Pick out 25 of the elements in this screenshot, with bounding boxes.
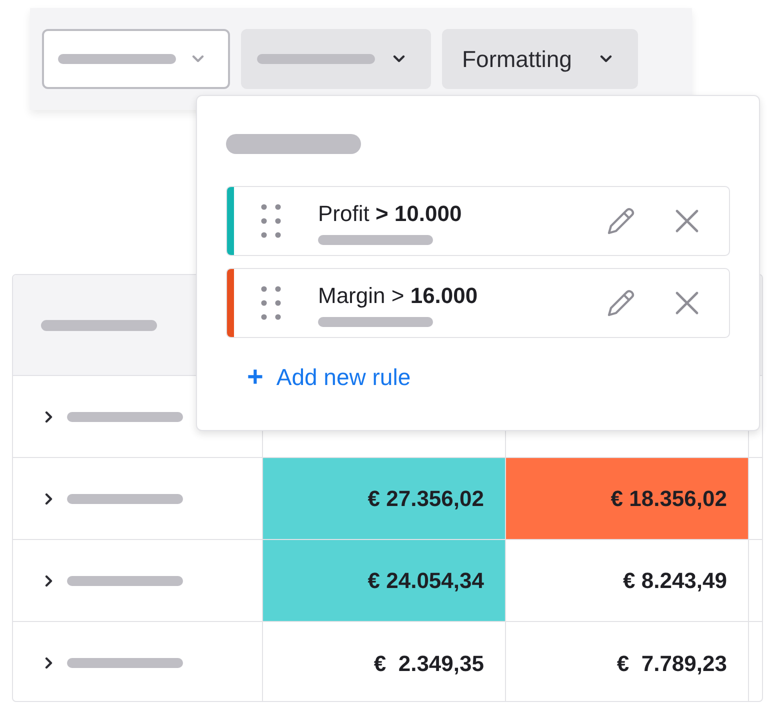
plus-icon: + — [247, 363, 264, 392]
chevron-right-icon[interactable] — [45, 657, 53, 669]
chevron-right-icon[interactable] — [45, 574, 53, 586]
table-cell: € 18.356,02 — [506, 458, 749, 539]
table-cell: € 2.349,35 — [263, 622, 506, 701]
drag-handle-icon[interactable] — [261, 286, 281, 320]
chevron-down-icon — [393, 55, 405, 63]
chevron-right-icon[interactable] — [45, 492, 53, 504]
rule-label: Profit > 10.000 — [318, 201, 462, 227]
close-icon[interactable] — [675, 209, 699, 233]
chevron-down-icon — [600, 55, 612, 63]
chevron-right-icon[interactable] — [45, 410, 53, 422]
table-cell: € 24.054,34 — [263, 540, 506, 621]
drag-handle-icon[interactable] — [261, 204, 281, 238]
dropdown-button[interactable] — [42, 29, 230, 89]
pencil-icon[interactable] — [605, 287, 637, 319]
add-rule-link[interactable]: + Add new rule — [247, 360, 411, 394]
table-cell: € 8.243,49 — [506, 540, 749, 621]
close-icon[interactable] — [675, 291, 699, 315]
pencil-icon[interactable] — [605, 205, 637, 237]
chevron-down-icon — [192, 55, 204, 63]
table-cell: € 27.356,02 — [263, 458, 506, 539]
table-cell: € 7.789,23 — [506, 622, 749, 701]
dropdown-button[interactable]: Formatting — [442, 29, 638, 89]
rule-label: Margin > 16.000 — [318, 283, 478, 309]
